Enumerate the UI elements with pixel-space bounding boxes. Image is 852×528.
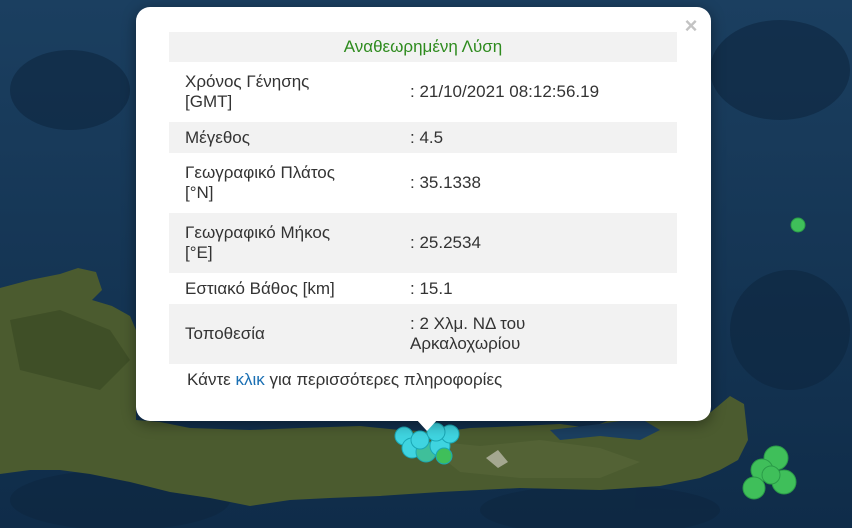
- longitude-value: : 25.2534: [398, 213, 677, 273]
- event-marker[interactable]: [435, 447, 453, 465]
- more-info-link[interactable]: κλικ: [235, 370, 264, 389]
- popup-title: Αναθεωρημένη Λύση: [169, 32, 677, 62]
- magnitude-value: : 4.5: [398, 122, 677, 153]
- row-longitude: Γεωγραφικό Μήκος [°E] : 25.2534: [169, 213, 677, 273]
- location-value: : 2 Χλμ. ΝΔ του Αρκαλοχωρίου: [398, 304, 677, 364]
- row-origin-time: Χρόνος Γένησης [GMT] : 21/10/2021 08:12:5…: [169, 62, 677, 122]
- origin-time-label: Χρόνος Γένησης [GMT]: [169, 62, 398, 122]
- latitude-label: Γεωγραφικό Πλάτος [°N]: [169, 153, 398, 213]
- row-latitude: Γεωγραφικό Πλάτος [°N] : 35.1338: [169, 153, 677, 213]
- aftershock-marker[interactable]: [742, 476, 766, 500]
- row-location: Τοποθεσία : 2 Χλμ. ΝΔ του Αρκαλοχωρίου: [169, 304, 677, 364]
- aftershock-marker[interactable]: [761, 465, 781, 485]
- popup-tip: [416, 419, 438, 431]
- earthquake-info-table: Αναθεωρημένη Λύση Χρόνος Γένησης [GMT] : …: [169, 32, 677, 364]
- latitude-value: : 35.1338: [398, 153, 677, 213]
- depth-value: : 15.1: [398, 273, 677, 304]
- row-depth: Εστιακό Βάθος [km] : 15.1: [169, 273, 677, 304]
- depth-label: Εστιακό Βάθος [km]: [169, 273, 398, 304]
- earthquake-info-popup: × Αναθεωρημένη Λύση Χρόνος Γένησης [GMT] …: [136, 7, 711, 421]
- close-icon[interactable]: ×: [680, 15, 702, 37]
- more-info-text: Κάντε κλικ για περισσότερες πληροφορίες: [187, 370, 503, 389]
- longitude-label: Γεωγραφικό Μήκος [°E]: [169, 213, 398, 273]
- magnitude-label: Μέγεθος: [169, 122, 398, 153]
- location-label: Τοποθεσία: [169, 304, 398, 364]
- row-magnitude: Μέγεθος : 4.5: [169, 122, 677, 153]
- event-marker[interactable]: [410, 430, 430, 450]
- origin-time-value: : 21/10/2021 08:12:56.19: [398, 62, 677, 122]
- aftershock-marker[interactable]: [790, 217, 806, 233]
